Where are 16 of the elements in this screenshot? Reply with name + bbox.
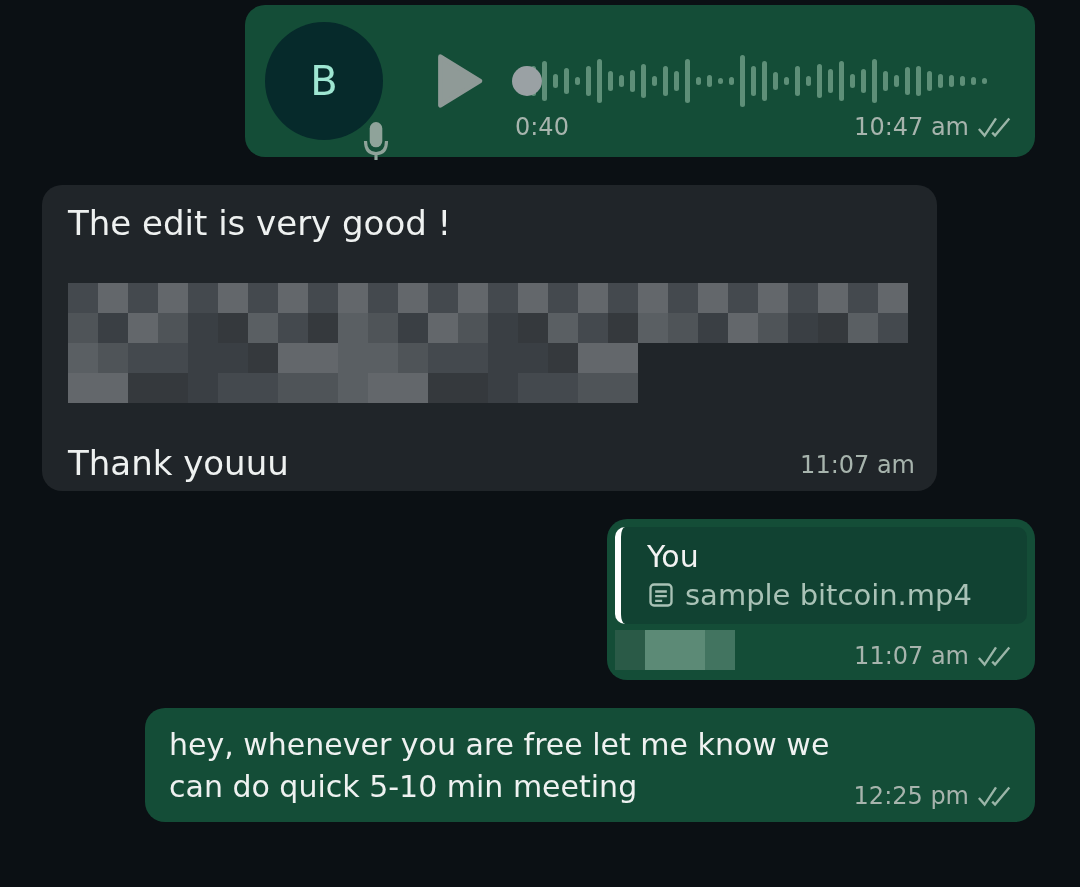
message-text: The edit is very good !	[68, 203, 453, 243]
slider-thumb[interactable]	[512, 66, 542, 96]
document-icon	[647, 581, 675, 609]
quoted-message[interactable]: You sample bitcoin.mp4	[615, 527, 1027, 624]
play-button[interactable]	[435, 52, 483, 110]
duration: 0:40	[515, 113, 569, 141]
quote-author: You	[647, 539, 700, 574]
message-text: Thank youuu	[68, 443, 289, 483]
file-name: sample bitcoin.mp4	[685, 578, 972, 612]
message-time: 11:07 am	[854, 642, 969, 670]
message-text: hey, whenever you are free let me know we can do quick 5-10 min meeting	[169, 726, 831, 806]
avatar-letter: B	[310, 58, 338, 104]
message-time: 11:07 am	[800, 451, 915, 481]
microphone-icon	[363, 120, 389, 162]
message-time: 12:25 pm	[853, 782, 969, 810]
message-time: 10:47 am	[854, 113, 969, 141]
